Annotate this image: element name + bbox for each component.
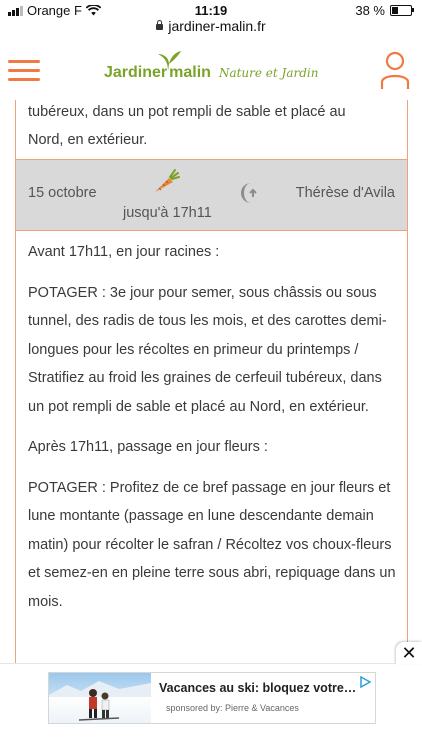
- ad-choices-icon[interactable]: [359, 676, 371, 688]
- menu-button[interactable]: [8, 60, 40, 82]
- previous-entry-line: Nord, en extérieur.: [28, 132, 148, 148]
- advice-paragraph: Avant 17h11, en jour racines :: [28, 244, 220, 260]
- battery-percent: 38 %: [355, 3, 385, 18]
- user-account-icon[interactable]: [380, 50, 410, 90]
- ad-title: Vacances au ski: bloquez votre…: [159, 681, 357, 695]
- lock-icon: [156, 20, 164, 31]
- day-advice: Avant 17h11, en jour racines : POTAGER :…: [28, 238, 398, 628]
- site-header: Jardiner malin Nature et Jardin: [0, 38, 422, 100]
- day-header-row: 15 octobre jusqu'à 17h11 Thérèse d'Avila: [16, 159, 407, 231]
- moon-rising-icon: [241, 183, 257, 203]
- url-bar[interactable]: jardiner-malin.fr: [0, 18, 422, 38]
- site-logo[interactable]: Jardiner malin Nature et Jardin: [104, 51, 319, 88]
- leaf-icon: [158, 51, 181, 71]
- ad-sponsor: sponsored by: Pierre & Vacances: [166, 703, 299, 713]
- advice-paragraph: Après 17h11, passage en jour fleurs :: [28, 439, 268, 455]
- day-date: 15 octobre: [28, 185, 97, 201]
- ad-image: [49, 673, 151, 723]
- ad-close-button[interactable]: ✕: [396, 642, 422, 664]
- advice-paragraph: POTAGER : 3e jour pour semer, sous châss…: [28, 284, 387, 415]
- previous-entry-text: tubéreux, dans un pot rempli de sable et…: [28, 98, 396, 154]
- day-until-time: jusqu'à 17h11: [123, 205, 212, 221]
- skiers-illustration: [49, 681, 151, 721]
- saint-of-day: Thérèse d'Avila: [295, 185, 395, 201]
- url-text: jardiner-malin.fr: [168, 18, 266, 34]
- calendar-content: tubéreux, dans un pot rempli de sable et…: [15, 66, 408, 666]
- advice-paragraph: POTAGER : Profitez de ce bref passage en…: [28, 479, 396, 610]
- hamburger-icon: [8, 60, 40, 63]
- ad-banner: ✕ Vacances au ski: bloquez votre… sponso…: [0, 642, 422, 751]
- carrot-icon: [155, 169, 180, 192]
- battery-icon: [390, 5, 414, 16]
- logo-tagline: Nature et Jardin: [218, 66, 319, 80]
- previous-entry-line: tubéreux, dans un pot rempli de sable et…: [28, 104, 346, 120]
- ad-card[interactable]: Vacances au ski: bloquez votre… sponsore…: [48, 672, 376, 724]
- battery-group: 38 %: [355, 3, 414, 18]
